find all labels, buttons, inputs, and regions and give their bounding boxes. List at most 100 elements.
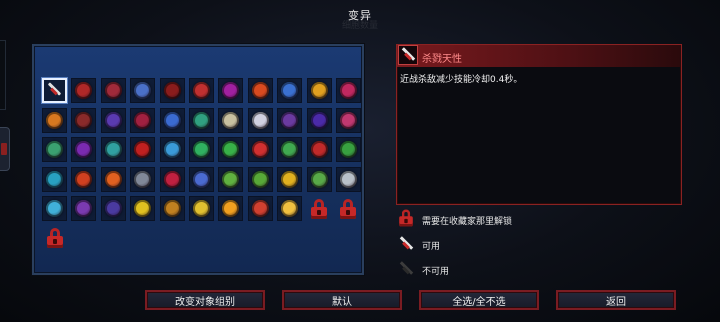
mutation-slot[interactable] (306, 78, 332, 103)
mutation-slot[interactable] (100, 196, 126, 221)
mutation-icon (134, 141, 152, 158)
mutation-slot[interactable] (42, 137, 67, 162)
mutation-slot[interactable] (188, 166, 214, 192)
mutation-slot[interactable] (218, 166, 244, 192)
legend-locked-label: 需要在收藏家那里解锁 (422, 217, 513, 227)
mutation-icon (222, 200, 240, 217)
mutation-slot[interactable] (306, 107, 332, 133)
mutation-icon (310, 82, 328, 99)
mutation-slot[interactable] (218, 196, 244, 221)
mutation-slot[interactable] (159, 196, 185, 221)
mutation-slot[interactable] (42, 196, 67, 221)
mutation-icon (163, 170, 181, 188)
locked-mutation-slot[interactable] (336, 196, 361, 221)
legend-unavailable-icon (398, 260, 414, 278)
mutation-icon (222, 170, 240, 188)
mutation-slot[interactable] (100, 78, 126, 103)
mutation-slot[interactable] (188, 78, 214, 103)
mutation-slot[interactable] (42, 107, 67, 133)
mutation-slot[interactable] (218, 137, 244, 162)
mutation-slot[interactable] (277, 107, 303, 133)
mutation-icon (281, 111, 299, 129)
mutation-slot[interactable] (218, 107, 244, 133)
mutation-slot[interactable] (188, 137, 214, 162)
background-hint-text: 细胞数量 (341, 21, 378, 31)
mutation-icon (339, 170, 357, 188)
mutation-icon (281, 170, 299, 188)
mutation-slot[interactable] (335, 166, 361, 192)
mutation-slot[interactable] (247, 137, 273, 162)
mutation-slot[interactable] (159, 166, 185, 192)
mutation-icon (46, 170, 63, 188)
mutation-icon (75, 82, 93, 99)
mutation-icon (75, 141, 93, 158)
mutation-icon (251, 170, 269, 188)
mutation-icon (104, 141, 122, 158)
selected-mutation-icon (398, 45, 418, 65)
mutation-slot[interactable] (335, 78, 361, 103)
mutation-slot[interactable] (306, 137, 332, 162)
legend-available-icon (398, 235, 414, 253)
mutation-slot[interactable] (71, 107, 97, 133)
mutation-icon (104, 111, 122, 129)
mutation-slot[interactable] (188, 107, 214, 133)
mutation-slot[interactable] (71, 166, 97, 192)
mutation-slot[interactable] (335, 137, 361, 162)
mutation-icon (281, 141, 299, 158)
mutation-slot[interactable] (247, 107, 273, 133)
mutation-slot[interactable] (188, 196, 214, 221)
mutation-slot[interactable] (159, 78, 185, 103)
mutation-slot[interactable] (159, 107, 185, 133)
mutation-icon (310, 111, 328, 129)
mutation-slot[interactable] (100, 137, 126, 162)
mutation-slot[interactable] (277, 137, 303, 162)
mutation-icon (339, 82, 357, 99)
mutation-slot[interactable] (42, 78, 67, 103)
legend-lock-icon (398, 209, 414, 227)
mutation-slot[interactable] (130, 137, 156, 162)
selected-mutation-description: 近战杀敌减少技能冷却0.4秒。 (400, 75, 523, 85)
mutation-icon (251, 111, 269, 129)
mutation-icon (192, 200, 210, 217)
mutation-slot[interactable] (42, 166, 67, 192)
mutation-slot[interactable] (130, 166, 156, 192)
mutation-slot[interactable] (247, 166, 273, 192)
mutation-slot[interactable] (277, 196, 303, 221)
mutation-slot[interactable] (100, 166, 126, 192)
mutation-slot[interactable] (130, 196, 156, 221)
locked-mutation-slot[interactable] (42, 226, 67, 251)
mutation-slot[interactable] (247, 78, 273, 103)
mutation-icon (46, 141, 63, 158)
mutation-slot[interactable] (277, 166, 303, 192)
mutation-slot[interactable] (277, 78, 303, 103)
mutation-icon (75, 111, 93, 129)
back-button[interactable]: 返回 (556, 290, 676, 310)
select-all-button[interactable]: 全选/全不选 (419, 290, 539, 310)
legend-available-label: 可用 (422, 242, 441, 252)
mutation-icon (339, 111, 357, 129)
mutation-slot[interactable] (130, 107, 156, 133)
locked-mutation-slot[interactable] (307, 196, 332, 221)
default-button[interactable]: 默认 (282, 290, 402, 310)
mutation-icon (104, 82, 122, 99)
left-edge-panel (0, 40, 6, 110)
side-tab-handle[interactable] (0, 127, 10, 171)
mutation-slot[interactable] (100, 107, 126, 133)
mutation-slot[interactable] (130, 78, 156, 103)
mutation-slot[interactable] (159, 137, 185, 162)
mutation-slot[interactable] (71, 78, 97, 103)
mutation-icon (104, 170, 122, 188)
mutation-icon (163, 141, 181, 158)
mutation-icon (339, 141, 357, 158)
mutation-slot[interactable] (71, 137, 97, 162)
mutation-slot[interactable] (335, 107, 361, 133)
legend-unavailable-label: 不可用 (422, 267, 450, 277)
mutation-slot[interactable] (247, 196, 273, 221)
mutation-slot[interactable] (306, 166, 332, 192)
mutation-icon (163, 111, 181, 129)
mutation-icon (222, 82, 240, 99)
mutation-slot[interactable] (218, 78, 244, 103)
change-group-button[interactable]: 改变对象组别 (145, 290, 265, 310)
mutation-slot[interactable] (71, 196, 97, 221)
mutation-icon (281, 82, 299, 99)
